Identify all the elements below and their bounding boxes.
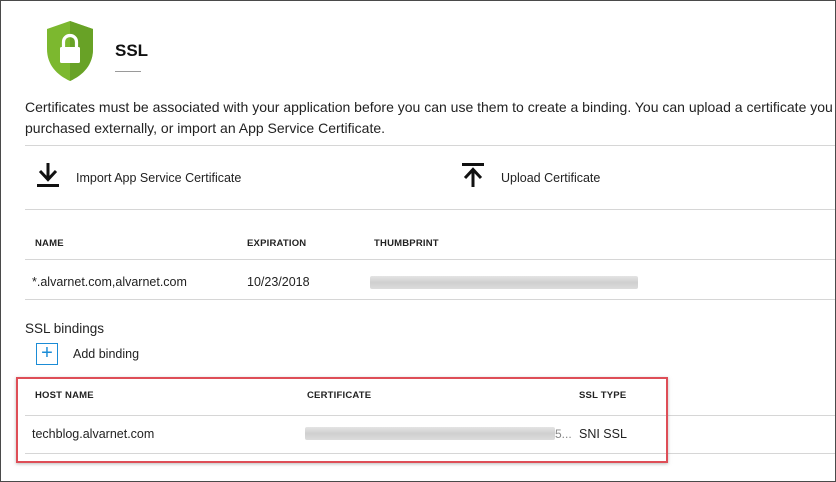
highlight-box	[16, 377, 668, 463]
table-header-divider	[25, 259, 835, 260]
import-label: Import App Service Certificate	[76, 170, 242, 185]
redacted-thumbprint	[370, 276, 638, 289]
add-binding-button[interactable]: + Add binding	[36, 343, 139, 365]
description-line-2: purchased externally, or import an App S…	[25, 120, 386, 136]
ssl-bindings-heading: SSL bindings	[25, 321, 105, 336]
description-line-1: Certificates must be associated with you…	[25, 99, 833, 115]
download-icon	[36, 161, 60, 194]
shield-lock-icon	[45, 19, 95, 83]
upload-icon	[461, 161, 485, 194]
divider	[25, 145, 835, 146]
divider	[25, 209, 835, 210]
add-binding-label: Add binding	[73, 347, 140, 361]
title-underline	[115, 71, 141, 72]
ssl-blade: SSL Certificates must be associated with…	[0, 0, 836, 482]
description-text: Certificates must be associated with you…	[25, 97, 835, 139]
cert-expiration: 10/23/2018	[247, 275, 310, 289]
upload-label: Upload Certificate	[501, 170, 601, 185]
cert-name: *.alvarnet.com,alvarnet.com	[32, 275, 187, 289]
column-header-name: NAME	[35, 238, 64, 249]
column-header-expiration: EXPIRATION	[247, 238, 307, 249]
upload-certificate-button[interactable]: Upload Certificate	[461, 161, 600, 194]
import-app-service-certificate-button[interactable]: Import App Service Certificate	[36, 161, 241, 194]
column-header-thumbprint: THUMBPRINT	[374, 238, 439, 249]
plus-icon: +	[36, 343, 58, 365]
table-row-divider	[25, 299, 835, 300]
page-title: SSL	[115, 41, 149, 60]
